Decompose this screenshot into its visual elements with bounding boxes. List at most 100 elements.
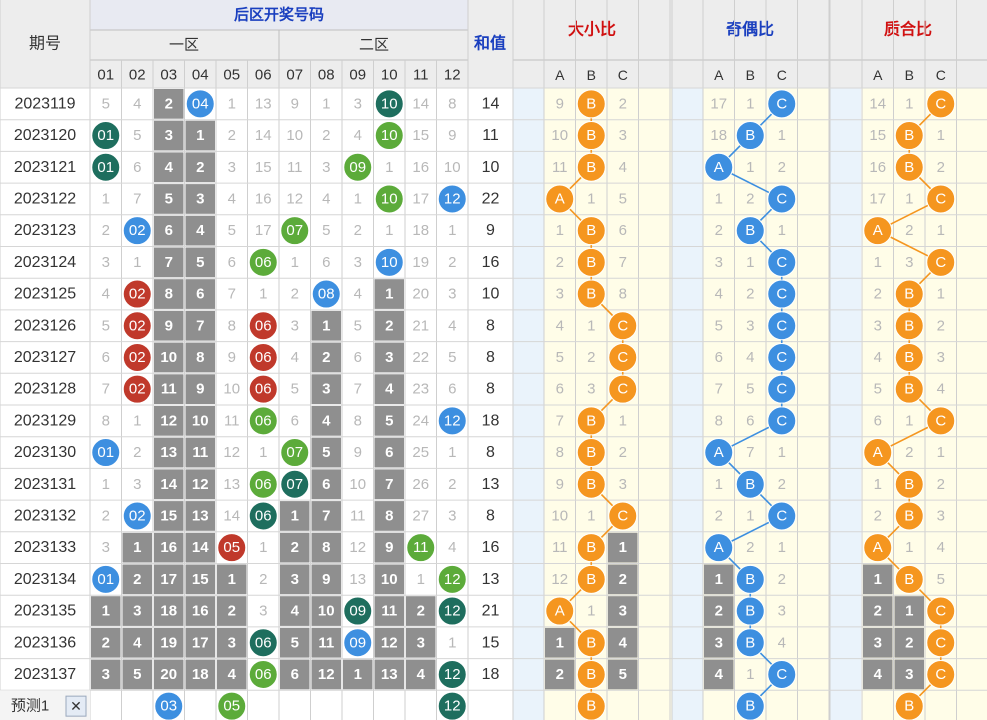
missing-count: 1 (322, 95, 330, 112)
missing-count: 1 (354, 190, 362, 207)
missing-count: 5 (133, 127, 141, 144)
predict-ratio-label[interactable]: B (745, 698, 755, 715)
ratio-missing: 1 (778, 222, 786, 239)
abc-col-header: A (714, 67, 724, 83)
missing-count: 3 (448, 286, 456, 303)
missing-count: 8 (385, 507, 393, 524)
missing-count: 14 (192, 539, 209, 556)
missing-count: 4 (448, 539, 456, 556)
number-col-header: 07 (286, 67, 303, 84)
sum-cell: 10 (482, 286, 500, 303)
missing-count: 1 (196, 127, 204, 144)
predict-ratio-label[interactable]: B (904, 698, 914, 715)
period-cell: 2023127 (14, 349, 76, 366)
missing-count: 5 (291, 381, 299, 398)
ratio-ball-label: B (586, 254, 596, 271)
missing-count: 4 (322, 412, 331, 429)
ratio-missing: 2 (874, 507, 882, 524)
drawn-number-label: 06 (255, 254, 272, 271)
ratio-ball-label: C (617, 317, 628, 334)
ratio-ball-label: B (586, 476, 596, 493)
missing-count: 7 (196, 317, 204, 334)
missing-count: 12 (192, 476, 209, 493)
drawn-number-label: 11 (413, 539, 429, 556)
sum-cell: 10 (482, 159, 500, 176)
missing-count: 3 (228, 634, 236, 651)
missing-count: 2 (102, 222, 110, 239)
missing-count: 6 (291, 666, 299, 683)
ratio-missing: 2 (905, 634, 913, 651)
missing-count: 8 (448, 95, 456, 112)
missing-count: 12 (286, 190, 303, 207)
missing-count: 2 (165, 95, 173, 112)
ratio-ball-label: A (873, 539, 883, 556)
drawn-number-label: 07 (286, 476, 303, 493)
predict-ratio-label[interactable]: B (586, 698, 596, 715)
missing-count: 5 (448, 349, 456, 366)
ratio-missing: 4 (746, 349, 754, 366)
sum-cell: 18 (482, 412, 500, 429)
ratio-ball-label: B (745, 127, 755, 144)
period-cell: 2023134 (14, 571, 76, 588)
missing-count: 6 (228, 254, 236, 271)
ratio-ball-label: C (776, 412, 787, 429)
missing-count: 18 (192, 666, 209, 683)
ratio-missing: 2 (619, 95, 627, 112)
period-cell: 2023128 (14, 381, 76, 398)
missing-count: 19 (160, 634, 177, 651)
missing-count: 1 (448, 222, 456, 239)
ratio-missing: 15 (869, 127, 886, 144)
abc-col-header: B (587, 67, 596, 83)
missing-count: 16 (255, 190, 272, 207)
ratio-ball-label: B (745, 571, 755, 588)
ratio-ball-label: B (586, 286, 596, 303)
missing-count: 2 (291, 539, 299, 556)
ratio-missing: 2 (746, 539, 754, 556)
ratio-ball-label: C (617, 381, 628, 398)
number-col-header: 11 (413, 67, 429, 84)
missing-count: 15 (255, 159, 272, 176)
period-header: 期号 (29, 35, 61, 53)
number-col-header: 01 (97, 67, 114, 84)
missing-count: 6 (102, 349, 110, 366)
missing-count: 14 (412, 95, 429, 112)
sum-cell: 11 (482, 127, 499, 144)
missing-count: 17 (255, 222, 272, 239)
ratio-missing: 3 (619, 476, 627, 493)
missing-count: 27 (412, 507, 429, 524)
missing-count: 1 (291, 254, 299, 271)
missing-count: 3 (196, 190, 204, 207)
missing-count: 2 (133, 444, 141, 461)
drawn-number-label: 01 (97, 159, 114, 176)
sum-cell: 14 (482, 95, 500, 112)
ratio-missing: 6 (619, 222, 627, 239)
ratio-missing: 1 (619, 539, 627, 556)
predict-number-label[interactable]: 12 (444, 698, 461, 715)
sum-cell: 8 (486, 444, 495, 461)
missing-count: 16 (192, 603, 209, 620)
predict-close-icon[interactable]: ✕ (70, 698, 82, 714)
ratio-ball-label: B (904, 349, 914, 366)
drawn-number-label: 01 (97, 127, 114, 144)
zone1-header: 一区 (169, 37, 199, 54)
ratio-missing: 1 (715, 571, 723, 588)
missing-count: 1 (385, 286, 393, 303)
missing-count: 7 (322, 507, 330, 524)
predict-number-label[interactable]: 05 (223, 698, 240, 715)
drawn-number-label: 06 (255, 381, 272, 398)
missing-count: 15 (412, 127, 429, 144)
ratio-ball-label: C (935, 603, 946, 620)
missing-count: 6 (448, 381, 456, 398)
ratio-missing: 3 (556, 286, 564, 303)
ratio-missing: 1 (746, 95, 754, 112)
ratio-missing: 4 (715, 666, 724, 683)
ratio-missing: 4 (874, 666, 883, 683)
missing-count: 6 (165, 222, 173, 239)
ratio-missing: 2 (746, 286, 754, 303)
predict-number-label[interactable]: 03 (160, 698, 177, 715)
period-cell: 2023119 (14, 95, 75, 112)
ratio-missing: 6 (556, 381, 564, 398)
missing-count: 5 (102, 95, 110, 112)
ratio-ball-label: A (555, 190, 565, 207)
drawn-number-label: 09 (349, 634, 366, 651)
